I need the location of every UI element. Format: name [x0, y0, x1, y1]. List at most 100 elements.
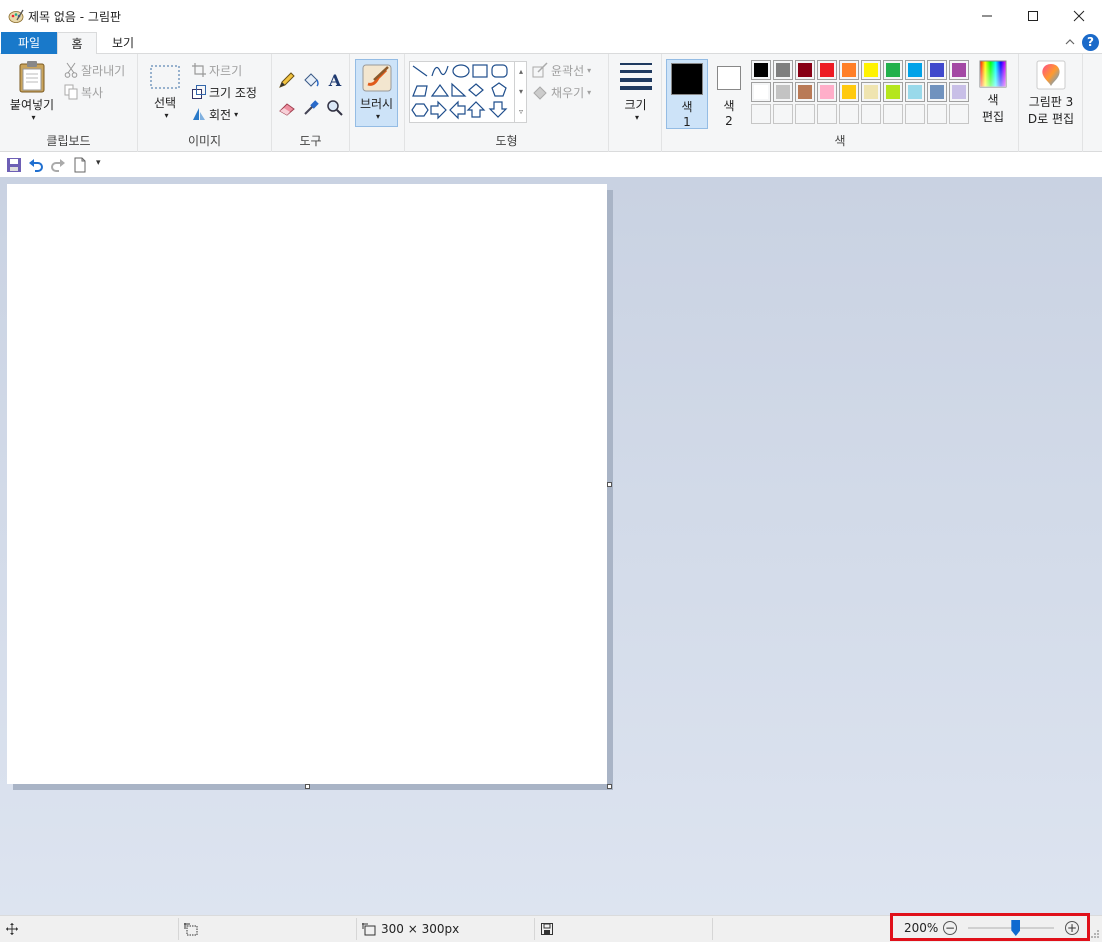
fill-button[interactable]: 채우기 ▾: [532, 82, 591, 102]
rotate-label: 회전: [209, 107, 232, 122]
palette-empty-swatch[interactable]: [795, 104, 815, 124]
tab-home[interactable]: 홈: [57, 32, 97, 55]
palette-color-swatch[interactable]: [839, 82, 859, 102]
brushes-button[interactable]: 브러시 ▾: [355, 59, 398, 127]
palette-color-fill: [908, 85, 922, 99]
palette-color-swatch[interactable]: [883, 82, 903, 102]
group-paint3d: 그림판 3 D로 편집: [1019, 54, 1083, 152]
redo-icon[interactable]: [50, 157, 66, 173]
selection-rect-icon: [150, 65, 180, 89]
resize-grip-icon[interactable]: [1090, 929, 1100, 939]
palette-color-swatch[interactable]: [751, 82, 771, 102]
pencil-icon[interactable]: [277, 70, 297, 90]
tab-view[interactable]: 보기: [100, 32, 146, 54]
palette-color-swatch[interactable]: [883, 60, 903, 80]
copy-icon: [64, 84, 78, 100]
color-picker-icon[interactable]: [301, 98, 321, 118]
palette-empty-swatch[interactable]: [751, 104, 771, 124]
drawing-canvas[interactable]: [7, 184, 607, 784]
palette-color-swatch[interactable]: [795, 82, 815, 102]
customize-toolbar-icon[interactable]: ▾: [96, 158, 101, 168]
palette-color-swatch[interactable]: [927, 82, 947, 102]
palette-color-swatch[interactable]: [751, 60, 771, 80]
left-arrow-shape-icon: [449, 100, 466, 120]
palette-empty-swatch[interactable]: [817, 104, 837, 124]
text-icon[interactable]: A: [325, 70, 345, 90]
palette-color-swatch[interactable]: [905, 60, 925, 80]
palette-empty-swatch[interactable]: [949, 104, 969, 124]
crop-button[interactable]: 자르기: [192, 60, 242, 80]
resize-button[interactable]: 크기 조정: [192, 82, 257, 102]
maximize-icon: [1028, 11, 1038, 21]
palette-color-swatch[interactable]: [905, 82, 925, 102]
color1-swatch: [671, 63, 703, 95]
palette-color-swatch[interactable]: [839, 60, 859, 80]
palette-color-fill: [776, 63, 790, 77]
chevron-up-icon[interactable]: [1064, 36, 1076, 48]
chevron-down-icon: ▾: [31, 113, 36, 122]
new-document-icon[interactable]: [72, 157, 88, 173]
palette-empty-swatch[interactable]: [773, 104, 793, 124]
palette-empty-swatch[interactable]: [839, 104, 859, 124]
scissors-icon: [64, 62, 78, 78]
palette-empty-swatch[interactable]: [905, 104, 925, 124]
rotate-button[interactable]: 회전 ▾: [192, 104, 238, 124]
palette-empty-swatch[interactable]: [861, 104, 881, 124]
palette-color-swatch[interactable]: [817, 60, 837, 80]
cut-button[interactable]: 잘라내기: [64, 60, 125, 80]
resize-handle-bottom[interactable]: [305, 784, 310, 789]
tab-file[interactable]: 파일: [1, 32, 57, 54]
palette-color-fill: [908, 63, 922, 77]
group-image: 선택 ▾ 자르기 크기 조정 회전 ▾ 이미지: [138, 54, 272, 152]
palette-color-swatch[interactable]: [795, 60, 815, 80]
zoom-in-button[interactable]: +: [1065, 921, 1079, 935]
shapes-gallery: ▴ ▾ ▿: [409, 61, 527, 123]
zoom-slider-track[interactable]: [968, 927, 1054, 929]
zoom-out-button[interactable]: −: [943, 921, 957, 935]
save-icon[interactable]: [6, 157, 22, 173]
palette-color-fill: [864, 85, 878, 99]
help-icon[interactable]: ?: [1082, 34, 1099, 51]
group-label-shapes: 도형: [495, 134, 518, 148]
edit-paint3d-button[interactable]: 그림판 3 D로 편집: [1021, 60, 1081, 130]
palette-color-swatch[interactable]: [949, 82, 969, 102]
fill-bucket-icon[interactable]: [301, 70, 321, 90]
magnifier-icon[interactable]: [325, 98, 345, 118]
copy-button[interactable]: 복사: [64, 82, 103, 102]
palette-color-fill: [886, 63, 900, 77]
maximize-button[interactable]: [1010, 0, 1056, 32]
outline-button[interactable]: 윤곽선 ▾: [532, 60, 591, 80]
color2-button[interactable]: 색 2: [710, 59, 748, 129]
select-button[interactable]: 선택 ▾: [146, 64, 184, 130]
color1-label: 색: [681, 100, 693, 114]
close-button[interactable]: [1056, 0, 1102, 32]
shapes-scroll[interactable]: ▴ ▾ ▿: [514, 62, 527, 122]
edit-colors-button[interactable]: 색 편집: [973, 60, 1013, 130]
window-title: 제목 없음 - 그림판: [28, 10, 122, 24]
close-icon: [1073, 10, 1085, 22]
palette-color-swatch[interactable]: [927, 60, 947, 80]
group-tools: A 도구: [272, 54, 350, 152]
palette-color-swatch[interactable]: [817, 82, 837, 102]
minimize-button[interactable]: [964, 0, 1010, 32]
size-button[interactable]: 크기 ▾: [614, 60, 657, 130]
paint-palette-icon: [8, 9, 24, 23]
eraser-icon[interactable]: [277, 98, 297, 118]
rectangle-shape-icon: [472, 64, 488, 78]
palette-color-swatch[interactable]: [773, 60, 793, 80]
palette-empty-swatch[interactable]: [927, 104, 947, 124]
shapes-gallery-icons: [411, 64, 508, 120]
palette-color-swatch[interactable]: [861, 60, 881, 80]
undo-icon[interactable]: [28, 157, 44, 173]
color1-num: 1: [683, 115, 691, 129]
palette-color-swatch[interactable]: [773, 82, 793, 102]
line-shape-icon: [412, 65, 428, 77]
resize-handle-right[interactable]: [607, 482, 612, 487]
palette-empty-swatch[interactable]: [883, 104, 903, 124]
palette-color-fill: [842, 63, 856, 77]
paste-button[interactable]: 붙여넣기 ▾: [6, 60, 58, 130]
resize-handle-corner[interactable]: [607, 784, 612, 789]
palette-color-swatch[interactable]: [949, 60, 969, 80]
palette-color-swatch[interactable]: [861, 82, 881, 102]
color1-button[interactable]: 색 1: [666, 59, 708, 129]
